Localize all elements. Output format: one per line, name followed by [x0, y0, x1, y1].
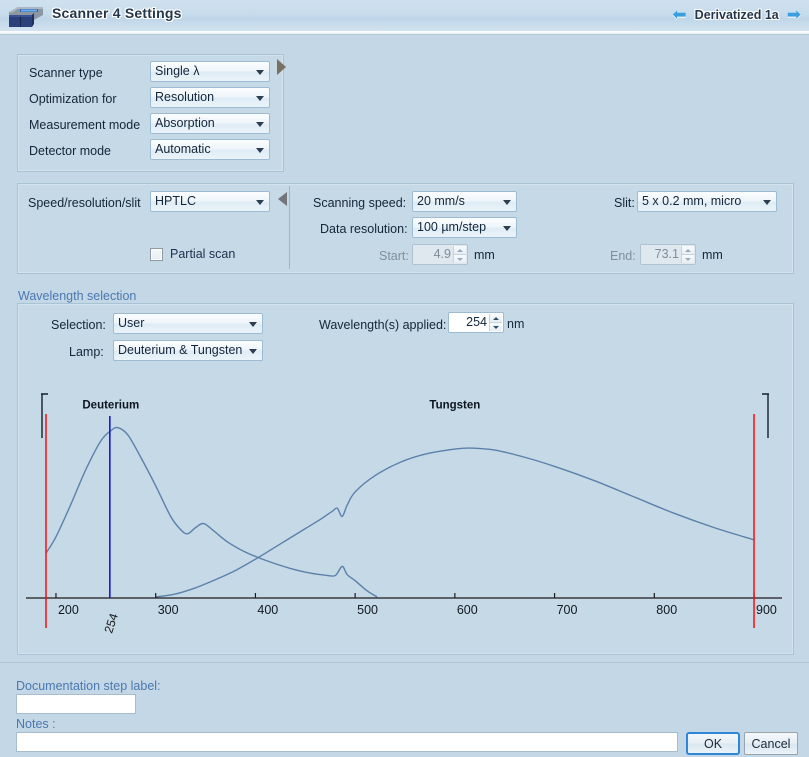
x-tick-label: 800 — [656, 603, 677, 617]
chevron-down-icon — [249, 349, 257, 354]
title-bar-separator — [0, 31, 809, 35]
lamp-dropdown[interactable]: Deuterium & Tungsten — [113, 340, 263, 361]
end-position-value: 73.1 — [654, 247, 679, 261]
data-resolution-dropdown[interactable]: 100 µm/step — [412, 217, 517, 238]
footer-divider — [0, 662, 809, 663]
x-tick-label: 600 — [457, 603, 478, 617]
chevron-down-icon — [763, 200, 771, 205]
selection-label: Selection: — [51, 318, 106, 332]
checkbox-box-icon — [150, 247, 163, 261]
speed-resolution-slit-dropdown[interactable]: HPTLC — [150, 191, 270, 212]
spinner-down-icon[interactable] — [681, 255, 694, 263]
selection-value: User — [118, 316, 145, 330]
marker-label-selected-wavelength: 254 — [101, 611, 121, 635]
right-axis-bracket — [762, 393, 769, 438]
window-title-bar: Scanner 4 Settings ⬅ Derivatized 1a ➡ — [0, 0, 809, 32]
record-navigator: ⬅ Derivatized 1a ➡ — [672, 6, 801, 23]
spinner-down-icon[interactable] — [453, 255, 466, 263]
detector-mode-label: Detector mode — [29, 144, 111, 158]
lamp-value: Deuterium & Tungsten — [118, 343, 243, 357]
start-label: Start: — [379, 249, 409, 263]
chevron-down-icon — [249, 322, 257, 327]
lamp-spectrum-chart[interactable]: 200 300 400 500 600 700 800 900 254 Deuterium Tung… — [24, 372, 786, 644]
start-unit-label: mm — [474, 248, 495, 262]
speed-resolution-slit-value: HPTLC — [155, 194, 196, 208]
partial-scan-checkbox[interactable]: Partial scan — [150, 247, 235, 261]
notes-caption: Notes : — [16, 717, 56, 731]
start-spinner-buttons[interactable] — [453, 246, 466, 263]
x-tick-label: 300 — [158, 603, 179, 617]
ok-button[interactable]: OK — [686, 732, 740, 755]
end-position-stepper[interactable]: 73.1 — [640, 244, 696, 265]
x-tick-label: 500 — [357, 603, 378, 617]
spinner-down-icon[interactable] — [489, 323, 502, 331]
wavelength-spinner-buttons[interactable] — [489, 314, 502, 331]
next-record-arrow-icon[interactable]: ➡ — [787, 6, 801, 23]
spinner-up-icon[interactable] — [489, 314, 502, 323]
detector-mode-value: Automatic — [155, 142, 211, 156]
expand-right-triangle-icon[interactable] — [277, 59, 286, 75]
chart-annotation-deuterium: Deuterium — [82, 399, 139, 411]
x-tick-label: 400 — [257, 603, 278, 617]
scanner-type-dropdown[interactable]: Single λ — [150, 61, 270, 82]
spinner-up-icon[interactable] — [453, 246, 466, 255]
spinner-up-icon[interactable] — [681, 246, 694, 255]
data-resolution-value: 100 µm/step — [417, 220, 487, 234]
chevron-down-icon — [256, 200, 264, 205]
record-name-label: Derivatized 1a — [694, 7, 779, 22]
detector-mode-dropdown[interactable]: Automatic — [150, 139, 270, 160]
x-tick-label: 200 — [58, 603, 79, 617]
scanner-type-label: Scanner type — [29, 66, 103, 80]
chevron-down-icon — [503, 200, 511, 205]
slit-label: Slit: — [614, 196, 635, 210]
wavelength-applied-stepper[interactable]: 254 — [448, 312, 504, 333]
page-title: Scanner 4 Settings — [52, 5, 182, 21]
measurement-mode-label: Measurement mode — [29, 118, 141, 132]
start-position-stepper[interactable]: 4.9 — [412, 244, 468, 265]
wavelength-unit-label: nm — [507, 317, 525, 331]
selection-dropdown[interactable]: User — [113, 313, 263, 334]
optimization-for-value: Resolution — [155, 90, 215, 104]
notes-input[interactable] — [16, 732, 678, 752]
scanner-type-value: Single λ — [155, 64, 200, 78]
speed-resolution-slit-label: Speed/resolution/slit — [28, 196, 141, 210]
documentation-step-label-input[interactable] — [16, 694, 136, 714]
wavelength-selection-group-label: Wavelength selection — [18, 289, 137, 303]
chevron-down-icon — [256, 122, 264, 127]
x-tick-label: 900 — [756, 603, 777, 617]
previous-record-arrow-icon[interactable]: ⬅ — [672, 6, 686, 23]
scanner-device-icon — [9, 7, 43, 27]
wavelength-applied-value: 254 — [466, 315, 487, 329]
scanning-speed-value: 20 mm/s — [417, 194, 465, 208]
data-resolution-label: Data resolution: — [320, 222, 408, 236]
slit-value: 5 x 0.2 mm, micro — [642, 194, 742, 208]
end-unit-label: mm — [702, 248, 723, 262]
left-axis-bracket — [41, 393, 48, 438]
panel-vertical-divider — [289, 186, 290, 269]
scanning-speed-label: Scanning speed: — [313, 196, 407, 210]
measurement-mode-dropdown[interactable]: Absorption — [150, 113, 270, 134]
chart-annotation-tungsten: Tungsten — [429, 399, 480, 411]
collapse-left-triangle-icon[interactable] — [278, 192, 287, 206]
wavelengths-applied-label: Wavelength(s) applied: — [319, 318, 447, 332]
optimization-for-label: Optimization for — [29, 92, 117, 106]
documentation-step-label-caption: Documentation step label: — [16, 679, 161, 693]
chevron-down-icon — [503, 226, 511, 231]
end-label: End: — [610, 249, 636, 263]
chevron-down-icon — [256, 96, 264, 101]
optimization-for-dropdown[interactable]: Resolution — [150, 87, 270, 108]
start-position-value: 4.9 — [433, 247, 451, 261]
x-tick-label: 700 — [557, 603, 578, 617]
partial-scan-label: Partial scan — [170, 247, 236, 261]
chevron-down-icon — [256, 70, 264, 75]
slit-dropdown[interactable]: 5 x 0.2 mm, micro — [637, 191, 777, 212]
scanning-speed-dropdown[interactable]: 20 mm/s — [412, 191, 517, 212]
lamp-label: Lamp: — [69, 345, 104, 359]
end-spinner-buttons[interactable] — [681, 246, 694, 263]
spectrum-curve-tungsten — [155, 447, 755, 598]
chevron-down-icon — [256, 148, 264, 153]
cancel-button[interactable]: Cancel — [744, 732, 798, 755]
spectrum-curve-deuterium — [45, 426, 378, 598]
measurement-mode-value: Absorption — [155, 116, 215, 130]
